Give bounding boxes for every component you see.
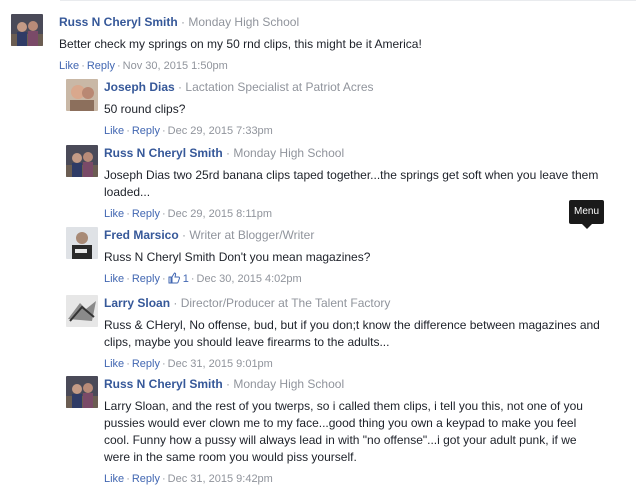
like-link[interactable]: Like xyxy=(104,273,124,285)
comment-actions: Like · Reply · Dec 31, 2015 9:42pm xyxy=(104,473,273,485)
comment-author[interactable]: Russ N Cheryl Smith xyxy=(59,15,178,29)
comment-timestamp[interactable]: Nov 30, 2015 1:50pm xyxy=(123,60,228,72)
comment-timestamp[interactable]: Dec 29, 2015 7:33pm xyxy=(168,125,273,137)
separator-dot: · xyxy=(226,377,231,391)
comment-timestamp[interactable]: Dec 30, 2015 4:02pm xyxy=(197,273,302,285)
avatar[interactable] xyxy=(66,227,98,259)
comment-author[interactable]: Fred Marsico xyxy=(104,228,179,242)
like-link[interactable]: Like xyxy=(104,208,124,220)
comment-author[interactable]: Larry Sloan xyxy=(104,296,170,310)
comment-author[interactable]: Joseph Dias xyxy=(104,80,175,94)
menu-tooltip: Menu xyxy=(569,200,604,229)
comment-actions: Like · Reply · 1 · Dec 30, 2015 4:02pm xyxy=(104,272,619,288)
separator-dot: · xyxy=(181,15,186,29)
like-link[interactable]: Like xyxy=(104,473,124,485)
comment-actions: Like · Reply · Dec 29, 2015 8:11pm xyxy=(104,208,273,220)
like-link[interactable]: Like xyxy=(104,125,124,137)
separator-dot: · xyxy=(173,296,178,310)
comment-timestamp[interactable]: Dec 29, 2015 8:11pm xyxy=(168,208,272,220)
comment-author[interactable]: Russ N Cheryl Smith xyxy=(104,377,223,391)
like-count[interactable]: 1 xyxy=(183,273,189,285)
reply-link[interactable]: Reply xyxy=(132,358,160,370)
comment-tagline: Monday High School xyxy=(233,377,345,391)
avatar[interactable] xyxy=(66,145,98,177)
like-link[interactable]: Like xyxy=(59,60,79,72)
comment-actions: Like · Reply · Nov 30, 2015 1:50pm xyxy=(59,60,228,72)
comment-text: Joseph Dias two 25rd banana clips taped … xyxy=(104,168,599,199)
comment-text: Russ & CHeryl, No offense, bud, but if y… xyxy=(104,318,600,349)
comment-timestamp[interactable]: Dec 31, 2015 9:42pm xyxy=(168,473,273,485)
avatar[interactable] xyxy=(66,295,98,327)
comment-text: 50 round clips? xyxy=(104,102,186,116)
comment-tagline: Director/Producer at The Talent Factory xyxy=(180,296,391,310)
comment-tagline: Monday High School xyxy=(188,15,300,29)
avatar[interactable] xyxy=(66,376,98,408)
comment-tagline: Lactation Specialist at Patriot Acres xyxy=(185,80,374,94)
comment-tagline: Monday High School xyxy=(233,146,345,160)
reply-link[interactable]: Reply xyxy=(87,60,115,72)
comment-text: Russ N Cheryl Smith Don't you mean magaz… xyxy=(104,250,371,264)
avatar[interactable] xyxy=(11,14,43,46)
separator-dot: · xyxy=(226,146,231,160)
reply-link[interactable]: Reply xyxy=(132,125,160,137)
comment-timestamp[interactable]: Dec 31, 2015 9:01pm xyxy=(168,358,273,370)
reply-link[interactable]: Reply xyxy=(132,473,160,485)
reply-link[interactable]: Reply xyxy=(132,208,160,220)
comment-actions: Like · Reply · Dec 31, 2015 9:01pm xyxy=(104,358,273,370)
separator-dot: · xyxy=(178,80,183,94)
thumbs-up-icon[interactable] xyxy=(168,272,180,288)
comment-tagline: Writer at Blogger/Writer xyxy=(189,228,315,242)
comment-text: Larry Sloan, and the rest of you twerps,… xyxy=(104,399,583,464)
avatar[interactable] xyxy=(66,79,98,111)
reply-link[interactable]: Reply xyxy=(132,273,160,285)
divider-line xyxy=(60,0,636,1)
like-link[interactable]: Like xyxy=(104,358,124,370)
separator-dot: · xyxy=(182,228,187,242)
comment-text: Better check my springs on my 50 rnd cli… xyxy=(59,37,422,51)
comment-author[interactable]: Russ N Cheryl Smith xyxy=(104,146,223,160)
comment-actions: Like · Reply · Dec 29, 2015 7:33pm xyxy=(104,125,273,137)
